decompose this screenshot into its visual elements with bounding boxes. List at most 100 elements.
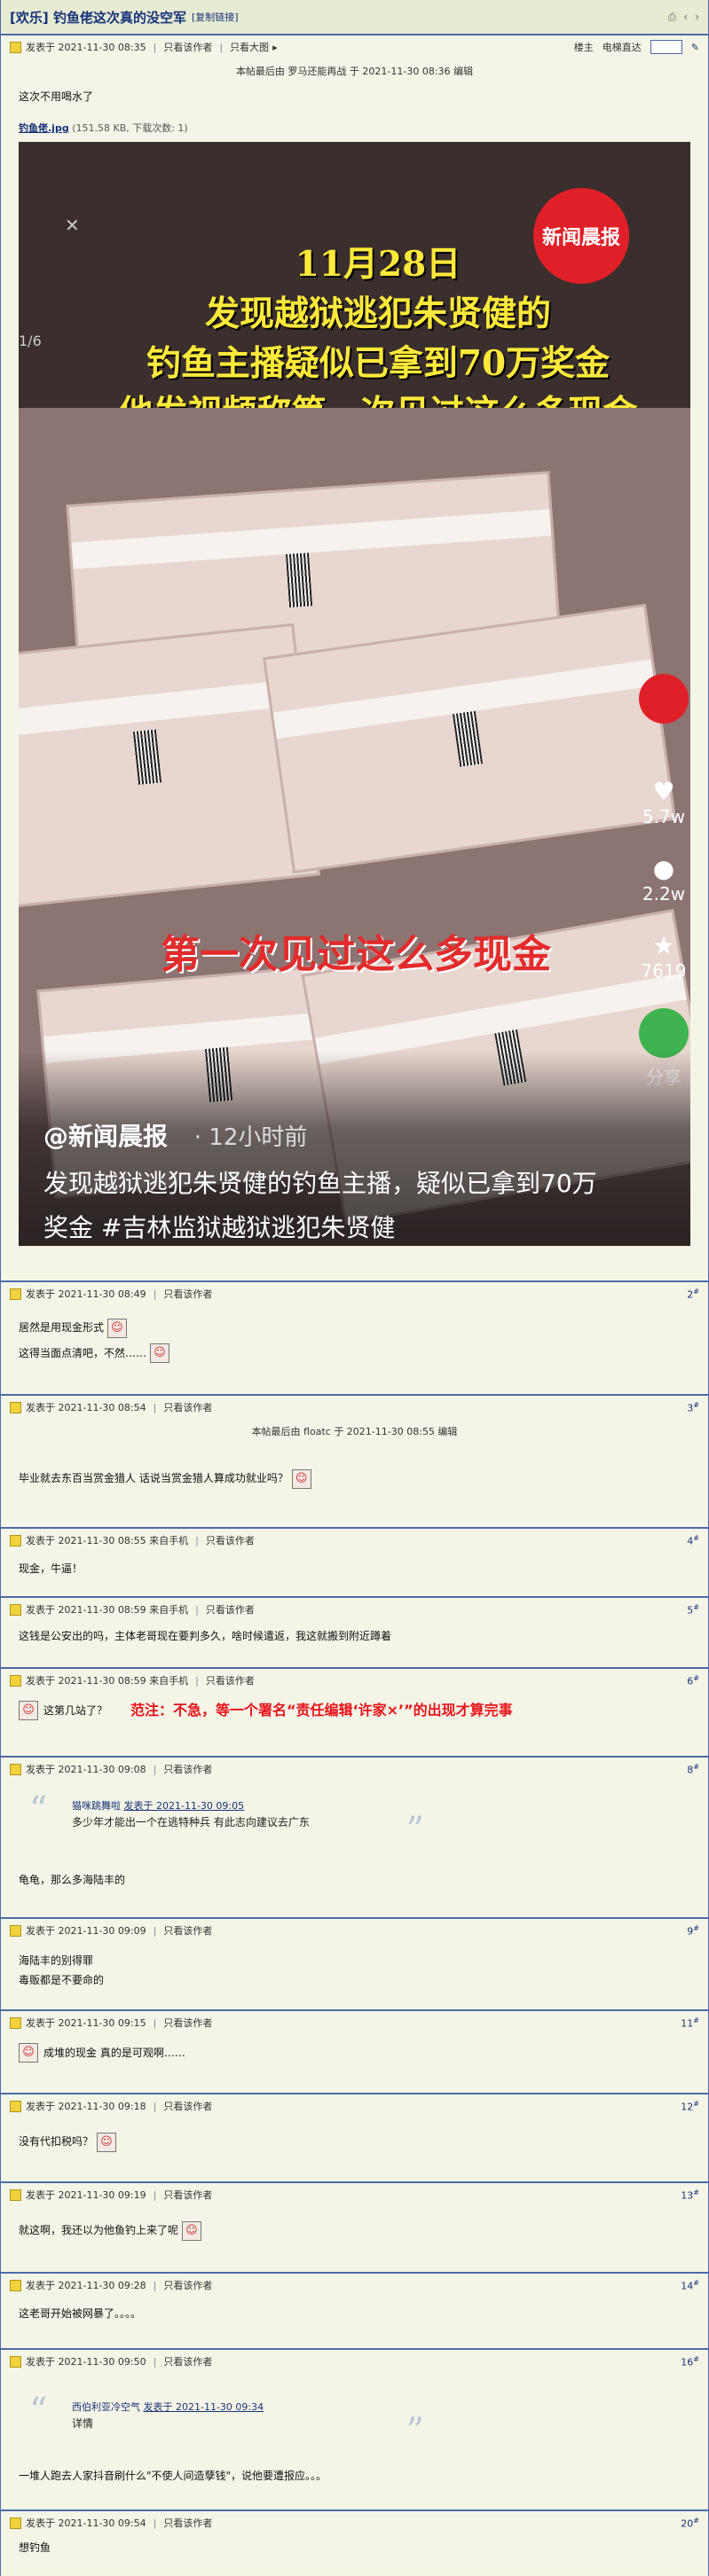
floor-number[interactable]: 20# — [681, 2517, 699, 2530]
author-only-link[interactable]: 只看该作者 — [163, 1762, 212, 1776]
post-time: 发表于 2021-11-30 08:55 来自手机 — [26, 1535, 189, 1546]
author-only-link[interactable]: 只看该作者 — [163, 1923, 212, 1938]
post-body: 一堆人跑去人家抖音刷什么"不使人间造孽钱"，说他要遭报应。。。 — [1, 2447, 708, 2486]
video-caption: 发现越狱逃犯朱贤健的钓鱼主播，疑似已拿到70万奖金 #吉林监狱越狱逃犯朱贤健 — [43, 1169, 597, 1242]
post-reply: 发表于 2021-11-30 09:08 | 只看该作者 8# “ 猫咪跳舞啦 … — [1, 1758, 708, 1919]
post-line: 这得当面点清吧，不然…… ☺ — [19, 1343, 690, 1363]
quote-author-name[interactable]: 西伯利亚冷空气 — [72, 2401, 140, 2413]
post-time: 发表于 2021-11-30 08:59 来自手机 — [26, 1604, 189, 1616]
floor-number[interactable]: 16# — [681, 2355, 699, 2369]
post-body: 海陆丰的别得罪 毒贩都是不要命的 — [1, 1942, 708, 1990]
prev-icon[interactable]: ‹ — [683, 11, 688, 24]
author-only-link[interactable]: 只看该作者 — [163, 2016, 212, 2030]
author-only-link[interactable]: 只看该作者 — [163, 1287, 212, 1301]
floor-number[interactable]: 9# — [687, 1924, 699, 1938]
post-reply: 发表于 2021-11-30 08:49 | 只看该作者 2# 居然是用现金形式… — [1, 1282, 708, 1396]
online-icon — [10, 2355, 21, 2368]
author-only-link[interactable]: 只看该作者 — [163, 2188, 212, 2202]
post-meta: 发表于 2021-11-30 09:50 | 只看该作者 16# — [1, 2350, 708, 2373]
post-reply: 发表于 2021-11-30 08:59 来自手机 | 只看该作者 6# ☺ 这… — [1, 1669, 708, 1758]
post-line: 就这啊，我还以为他鱼钓上来了呢 ☺ — [19, 2220, 690, 2241]
online-icon — [10, 2016, 21, 2029]
floor-number[interactable]: 3# — [687, 1401, 699, 1414]
pen-icon[interactable]: ✎ — [691, 42, 699, 53]
view-large-link[interactable]: 只看大图 — [230, 40, 269, 54]
star-icon: ★ — [652, 931, 675, 960]
edit-note: 本帖最后由 floatc 于 2021-11-30 08:55 编辑 — [251, 1426, 458, 1437]
emoticon-icon: ☺ — [149, 1343, 169, 1363]
floor-number[interactable]: 11# — [681, 2016, 699, 2030]
quote-time-link[interactable]: 发表于 2021-11-30 09:34 — [144, 2401, 264, 2413]
post-time: 发表于 2021-11-30 09:28 — [26, 2280, 146, 2291]
floor-number[interactable]: 5# — [687, 1603, 699, 1617]
copy-link-button[interactable]: [复制链接] — [192, 10, 239, 24]
post-time: 发表于 2021-11-30 08:49 — [26, 1288, 146, 1300]
post-meta: 发表于 2021-11-30 08:49 | 只看该作者 2# — [1, 1282, 708, 1305]
thread-category[interactable]: [欢乐] — [10, 10, 49, 26]
post-line: 没有代扣税吗？ ☺ — [19, 2132, 690, 2152]
online-icon — [10, 1288, 21, 1300]
floor-number[interactable]: 12# — [681, 2100, 699, 2113]
floor-number[interactable]: 14# — [681, 2279, 699, 2292]
avatar — [639, 674, 689, 724]
author-only-link[interactable]: 只看该作者 — [163, 1400, 212, 1414]
post-text: 这次不用喝水了 — [19, 90, 94, 103]
post-time: 发表于 2021-11-30 09:18 — [26, 2101, 146, 2112]
print-icon[interactable]: ⎙ — [668, 11, 677, 24]
emoticon-icon: ☺ — [96, 2132, 116, 2152]
jump-input[interactable] — [650, 40, 682, 54]
post-line: 现金，牛逼！ — [19, 1562, 83, 1575]
author-only-link[interactable]: 只看该作者 — [206, 1602, 255, 1617]
author-only-link[interactable]: 只看该作者 — [206, 1533, 255, 1547]
post-body: 这老哥开始被网暴了。。。。 — [1, 2297, 708, 2323]
post-body: 想钓鱼 — [1, 2534, 708, 2557]
author-only-link[interactable]: 只看该作者 — [163, 2516, 212, 2530]
author-only-link[interactable]: 只看该作者 — [163, 2354, 212, 2369]
quote-author-name[interactable]: 猫咪跳舞啦 — [72, 1800, 121, 1812]
author-only-link[interactable]: 只看该作者 — [163, 2099, 212, 2113]
post-meta: 发表于 2021-11-30 08:35 | 只看该作者 | 只看大图 ▸ 楼主… — [1, 35, 708, 59]
quote-author: 西伯利亚冷空气 发表于 2021-11-30 09:34 — [72, 2400, 637, 2414]
post-meta: 发表于 2021-11-30 09:28 | 只看该作者 14# — [1, 2274, 708, 2297]
post-reply: 发表于 2021-11-30 08:55 来自手机 | 只看该作者 4# 现金，… — [1, 1529, 708, 1598]
post-reply: 发表于 2021-11-30 09:50 | 只看该作者 16# “ 西伯利亚冷… — [1, 2350, 708, 2511]
attachment-link[interactable]: 钓鱼佬.jpg — [19, 122, 69, 134]
post-meta: 发表于 2021-11-30 08:55 来自手机 | 只看该作者 4# — [1, 1529, 708, 1552]
floor-number[interactable]: 4# — [687, 1534, 699, 1547]
next-icon[interactable]: › — [695, 11, 699, 24]
quote-close-icon: ” — [406, 1810, 424, 1851]
post-body: 现金，牛逼！ — [1, 1552, 708, 1578]
post-line: 一堆人跑去人家抖音刷什么"不使人间造孽钱"，说他要遭报应。。。 — [19, 2470, 327, 2482]
floor-number[interactable]: 6# — [687, 1674, 699, 1687]
arrow-right-icon: ▸ — [272, 41, 278, 53]
post-main: 发表于 2021-11-30 08:35 | 只看该作者 | 只看大图 ▸ 楼主… — [1, 35, 708, 1282]
likes-count: 5.7w — [642, 806, 686, 827]
edit-note: 本帖最后由 罗马还能再战 于 2021-11-30 08:36 编辑 — [235, 66, 474, 77]
online-icon — [10, 1763, 21, 1775]
quote-time-link[interactable]: 发表于 2021-11-30 09:05 — [124, 1800, 245, 1812]
post-meta: 发表于 2021-11-30 08:54 | 只看该作者 3# — [1, 1396, 708, 1419]
post-time: 发表于 2021-11-30 08:59 来自手机 — [26, 1675, 189, 1687]
video-side-actions: ♥ 5.7w ● 2.2w ★ 7619 分享 — [637, 674, 690, 1089]
thread-header: [欢乐] 钓鱼佬这次真的没空军 [复制链接] ⎙ ‹ › — [1, 0, 708, 35]
post-body: 居然是用现金形式 ☺ 这得当面点清吧，不然…… ☺ — [1, 1305, 708, 1363]
close-icon: ✕ — [65, 215, 80, 236]
post-line: 这第几站了？ — [43, 1704, 108, 1717]
attached-image[interactable]: ✕ 1/6 新闻晨报 11月28日 发现越狱逃犯朱贤健的 钓鱼主播疑似已拿到70… — [19, 142, 690, 1246]
post-line: 毒贩都是不要命的 — [19, 1974, 105, 1986]
post-line: 龟龟，那么多海陆丰的 — [19, 1874, 126, 1886]
post-line: 海陆丰的别得罪 — [19, 1954, 94, 1967]
floor-number[interactable]: 8# — [687, 1763, 699, 1776]
post-meta: 发表于 2021-11-30 08:59 来自手机 | 只看该作者 6# — [1, 1669, 708, 1692]
quote-open-icon: “ — [29, 1789, 48, 1830]
post-body: 龟龟，那么多海陆丰的 — [1, 1845, 708, 1890]
floor-number[interactable]: 2# — [687, 1288, 699, 1301]
floor-number[interactable]: 13# — [681, 2188, 699, 2202]
author-only-link[interactable]: 只看该作者 — [206, 1673, 255, 1687]
header-icons: ⎙ ‹ › — [668, 11, 699, 24]
author-only-link[interactable]: 只看该作者 — [163, 40, 212, 54]
post-time: 发表于 2021-11-30 09:19 — [26, 2189, 146, 2201]
headline-line: 钓鱼主播疑似已拿到70万奖金 — [146, 343, 611, 384]
author-only-link[interactable]: 只看该作者 — [163, 2278, 212, 2292]
quote-text: 多少年才能出一个在逃特种兵 有此志向建议去广东 — [72, 1816, 310, 1828]
